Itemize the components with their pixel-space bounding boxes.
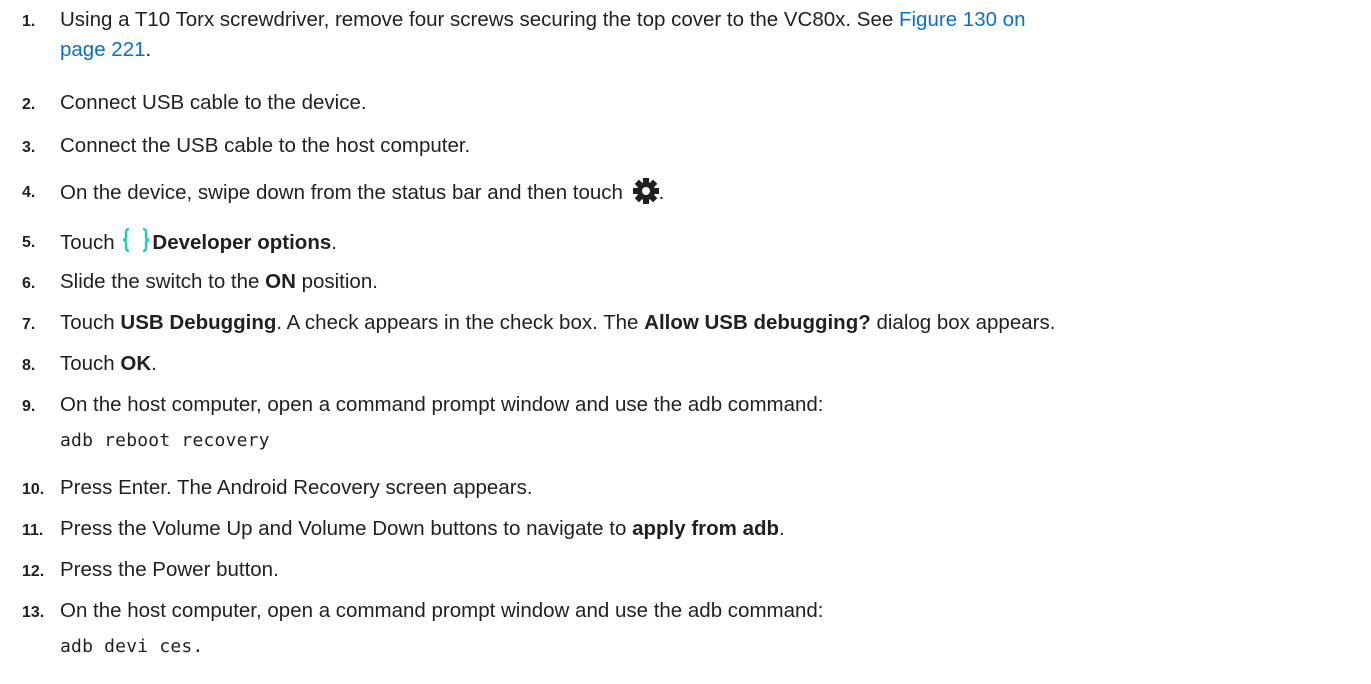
step-7-pre: Touch <box>60 311 121 334</box>
step-1-end: . <box>145 38 152 61</box>
step-text: Press the Volume Up and Volume Down butt… <box>60 516 1350 542</box>
step-7-mid: . A check appears in the check box. The <box>276 311 645 334</box>
step-8-pre: Touch <box>60 352 121 375</box>
step-number: 9. <box>22 398 36 415</box>
developer-options-label: Developer options <box>152 231 332 254</box>
step-text: Slide the switch to the ON position. <box>60 269 1350 295</box>
step-text: Touch OK. <box>60 351 1350 377</box>
step-number: 3. <box>22 139 36 156</box>
developer-options-braces-icon <box>122 227 150 253</box>
usb-debugging-label: USB Debugging <box>120 311 277 334</box>
step-1-text: Using a T10 Torx screwdriver, remove fou… <box>60 8 899 31</box>
step-number: 11. <box>22 522 44 539</box>
step-4-end: . <box>658 181 665 204</box>
step-number: 4. <box>22 184 36 201</box>
step-number: 10. <box>22 481 45 498</box>
step-number: 12. <box>22 563 45 580</box>
step-number: 2. <box>22 96 36 113</box>
step-number: 13. <box>22 604 45 621</box>
step-11-end: . <box>779 517 785 540</box>
step-number: 7. <box>22 316 36 333</box>
step-text: Press Enter. The Android Recovery screen… <box>60 476 533 499</box>
step-6-post: position. <box>295 270 378 293</box>
step-text: Connect the USB cable to the host comput… <box>60 134 471 157</box>
step-6-pre: Slide the switch to the <box>60 270 266 293</box>
step-text: On the device, swipe down from the statu… <box>60 178 1350 206</box>
step-text: Touch Developer options. <box>60 227 1350 256</box>
step-8-end: . <box>151 352 157 375</box>
ok-label: OK <box>120 352 152 375</box>
adb-reboot-command: adb reboot recovery <box>60 430 270 451</box>
step-number: 1. <box>22 13 36 30</box>
step-5-end: . <box>331 231 337 254</box>
step-text: On the host computer, open a command pro… <box>60 598 1350 660</box>
on-label: ON <box>265 270 296 293</box>
step-7-post: dialog box appears. <box>870 311 1056 334</box>
step-text: On the host computer, open a command pro… <box>60 392 1350 454</box>
step-text: Connect USB cable to the device. <box>60 91 367 114</box>
step-text: Touch USB Debugging. A check appears in … <box>60 310 1350 336</box>
step-text: Press the Power button. <box>60 558 279 581</box>
apply-from-adb-label: apply from adb <box>632 517 780 540</box>
step-text: Using a T10 Torx screwdriver, remove fou… <box>60 7 1350 63</box>
step-number: 8. <box>22 357 36 374</box>
step-11-pre: Press the Volume Up and Volume Down butt… <box>60 517 633 540</box>
step-5-pre: Touch <box>60 231 121 254</box>
step-number: 5. <box>22 234 36 251</box>
adb-devices-command: adb devi ces. <box>60 636 204 657</box>
page-221-link[interactable]: page 221 <box>60 38 146 61</box>
figure-130-link[interactable]: Figure 130 on <box>899 8 1026 31</box>
step-number: 6. <box>22 275 36 292</box>
step-13-text: On the host computer, open a command pro… <box>60 599 824 622</box>
step-4-text: On the device, swipe down from the statu… <box>60 181 629 204</box>
step-9-text: On the host computer, open a command pro… <box>60 393 824 416</box>
allow-usb-debugging-label: Allow USB debugging? <box>644 311 871 334</box>
document-page: 1. Using a T10 Torx screwdriver, remove … <box>0 0 1371 684</box>
settings-gear-icon <box>632 178 659 204</box>
